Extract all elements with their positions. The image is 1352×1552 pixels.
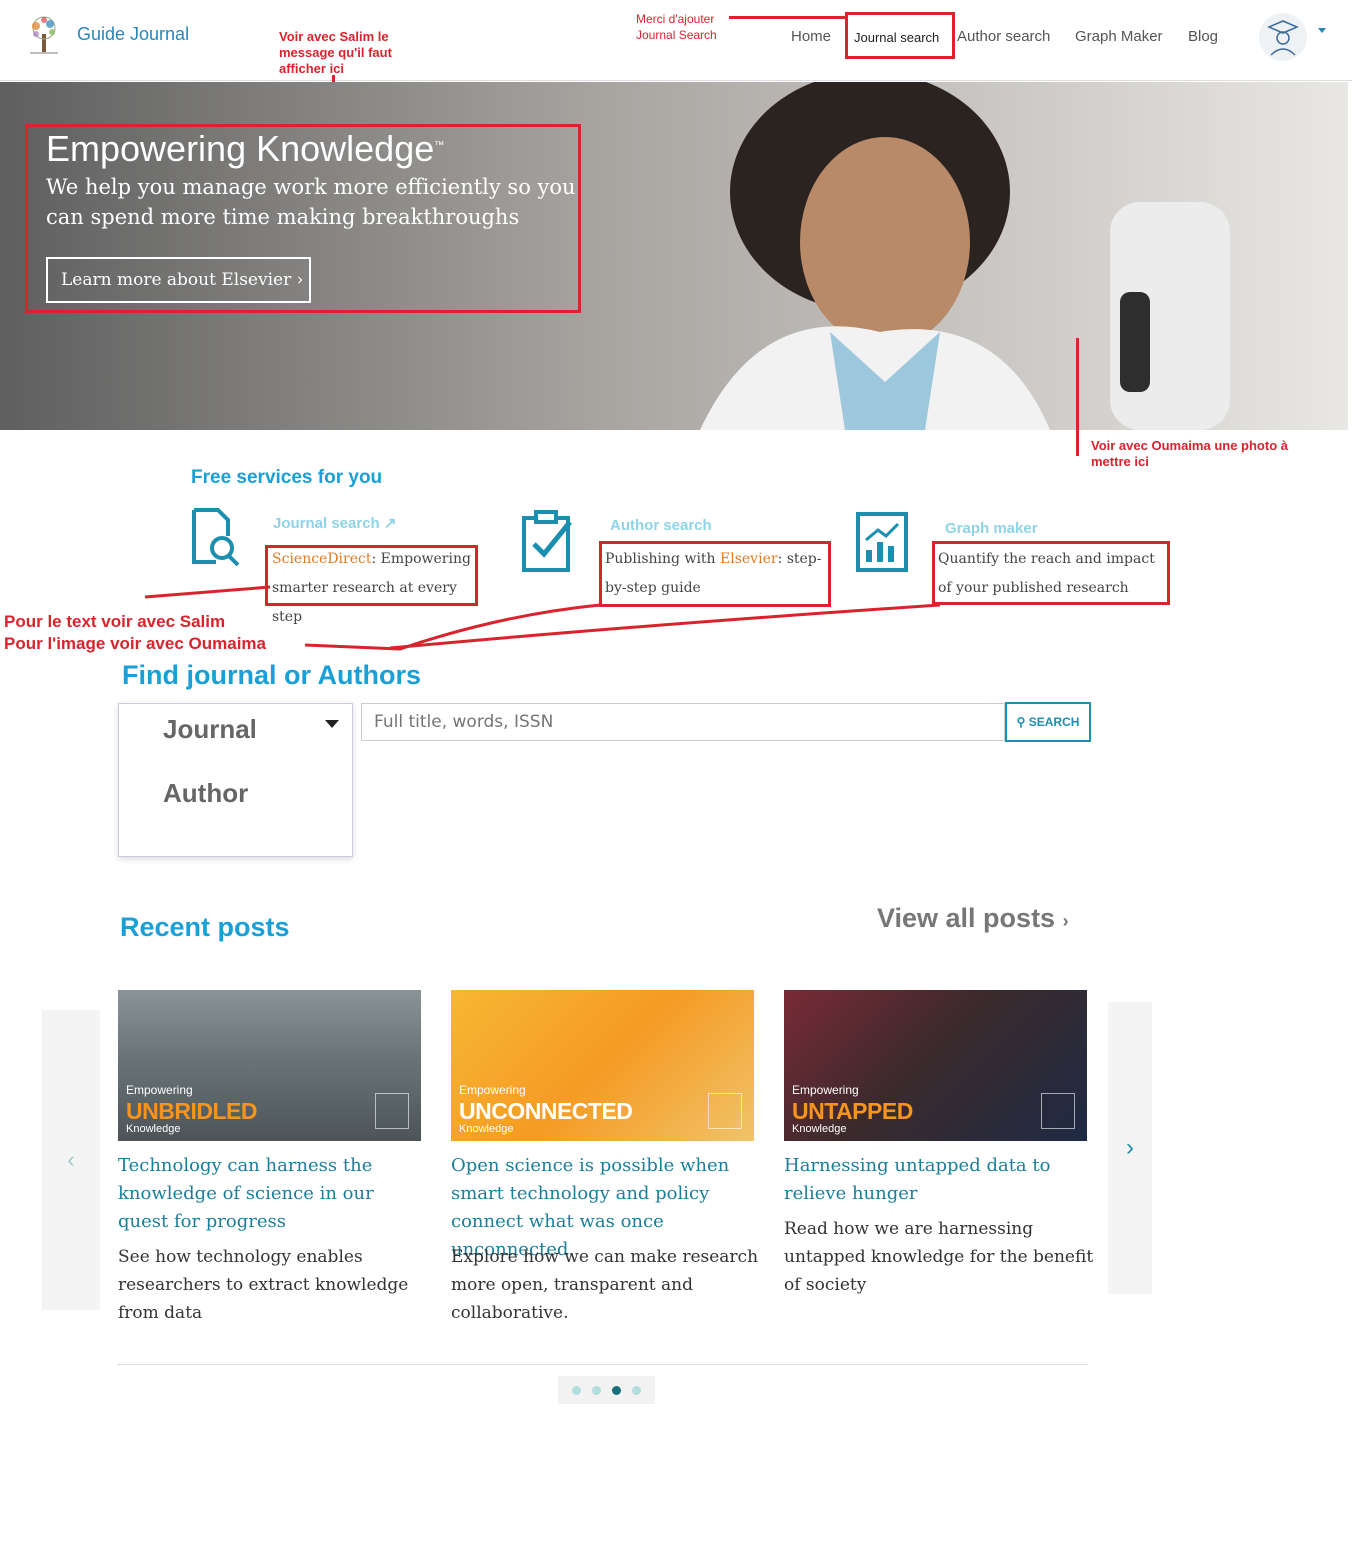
carousel-dot[interactable] xyxy=(632,1386,641,1395)
external-link-icon: ↗ xyxy=(383,515,397,532)
post-desc-1: See how technology enables researchers t… xyxy=(118,1247,409,1323)
post-title-1[interactable]: Technology can harness the knowledge of … xyxy=(118,1152,428,1236)
post-image-1[interactable]: Empowering UNBRIDLED Knowledge xyxy=(118,990,421,1141)
elsevier-logo-icon xyxy=(1041,1093,1075,1129)
post-overlay-main: UNCONNECTED xyxy=(459,1098,633,1124)
carousel-dots xyxy=(558,1376,655,1404)
post-image-2[interactable]: Empowering UNCONNECTED Knowledge xyxy=(451,990,754,1141)
annotation-add-journal: Merci d'ajouter Journal Search xyxy=(636,12,717,42)
carousel-dot[interactable] xyxy=(572,1386,581,1395)
annotation-line xyxy=(729,16,845,19)
services-heading: Free services for you xyxy=(191,467,383,488)
find-heading: Find journal or Authors xyxy=(122,660,421,690)
posts-heading: Recent posts xyxy=(120,912,290,942)
post-overlay-main: UNTAPPED xyxy=(792,1098,913,1124)
search-button[interactable]: ⚲ SEARCH xyxy=(1005,702,1091,742)
annotation-line xyxy=(1076,338,1079,456)
posts-divider xyxy=(117,1364,1088,1365)
post-overlay-top: Empowering xyxy=(459,1083,526,1097)
search-input[interactable] xyxy=(361,703,1005,741)
elsevier-logo-icon xyxy=(708,1093,742,1129)
annotation-salim-message: Voir avec Salim le message qu'il faut af… xyxy=(279,29,392,76)
carousel-prev-button[interactable]: ‹ xyxy=(42,1010,100,1310)
carousel-dot-active[interactable] xyxy=(612,1386,621,1395)
post-desc-2: Explore how we can make research more op… xyxy=(451,1247,759,1323)
dropdown-option-author[interactable]: Author xyxy=(163,778,248,809)
post-desc-3: Read how we are harnessing untapped know… xyxy=(784,1219,1094,1295)
service-title-author-search[interactable]: Author search xyxy=(610,517,712,534)
dropdown-caret-icon[interactable] xyxy=(325,720,339,728)
chevron-left-icon: ‹ xyxy=(67,1147,75,1172)
type-dropdown[interactable]: Journal Author xyxy=(118,703,353,857)
logo-text[interactable]: Guide Journal xyxy=(77,24,189,45)
graduate-avatar-icon xyxy=(1267,20,1299,56)
annotation-box-journal-search xyxy=(845,12,955,59)
carousel-next-button[interactable]: › xyxy=(1108,1002,1152,1294)
post-image-3[interactable]: Empowering UNTAPPED Knowledge xyxy=(784,990,1087,1141)
post-title-3[interactable]: Harnessing untapped data to relieve hung… xyxy=(784,1152,1094,1208)
nav-author-search[interactable]: Author search xyxy=(957,28,1050,45)
user-avatar[interactable] xyxy=(1259,13,1307,61)
search-icon: ⚲ xyxy=(1016,715,1026,729)
elsevier-logo-icon xyxy=(375,1093,409,1129)
post-overlay-bottom: Knowledge xyxy=(126,1123,181,1135)
user-menu-caret-icon[interactable] xyxy=(1318,28,1326,33)
annotation-photo: Voir avec Oumaima une photo à mettre ici xyxy=(1091,438,1288,469)
post-overlay-bottom: Knowledge xyxy=(792,1123,847,1135)
dropdown-option-journal[interactable]: Journal xyxy=(163,714,257,745)
annotation-box-hero xyxy=(25,124,581,313)
service-title-journal-search[interactable]: Journal search ↗ xyxy=(273,514,396,532)
nav-graph-maker[interactable]: Graph Maker xyxy=(1075,28,1163,45)
annotation-lines xyxy=(144,585,941,651)
post-overlay-bottom: Knowledge xyxy=(459,1123,514,1135)
nav-home[interactable]: Home xyxy=(791,28,831,45)
post-overlay-top: Empowering xyxy=(792,1083,859,1097)
chevron-right-icon: › xyxy=(1126,1134,1134,1161)
post-overlay-top: Empowering xyxy=(126,1083,193,1097)
post-overlay-main: UNBRIDLED xyxy=(126,1098,257,1124)
service-title-graph-maker[interactable]: Graph maker xyxy=(945,520,1038,537)
view-all-posts-link[interactable]: View all posts › xyxy=(877,903,1069,934)
nav-blog[interactable]: Blog xyxy=(1188,28,1218,45)
chevron-right-icon: › xyxy=(1062,911,1069,931)
carousel-dot[interactable] xyxy=(592,1386,601,1395)
logo-tree-icon[interactable] xyxy=(24,14,64,56)
